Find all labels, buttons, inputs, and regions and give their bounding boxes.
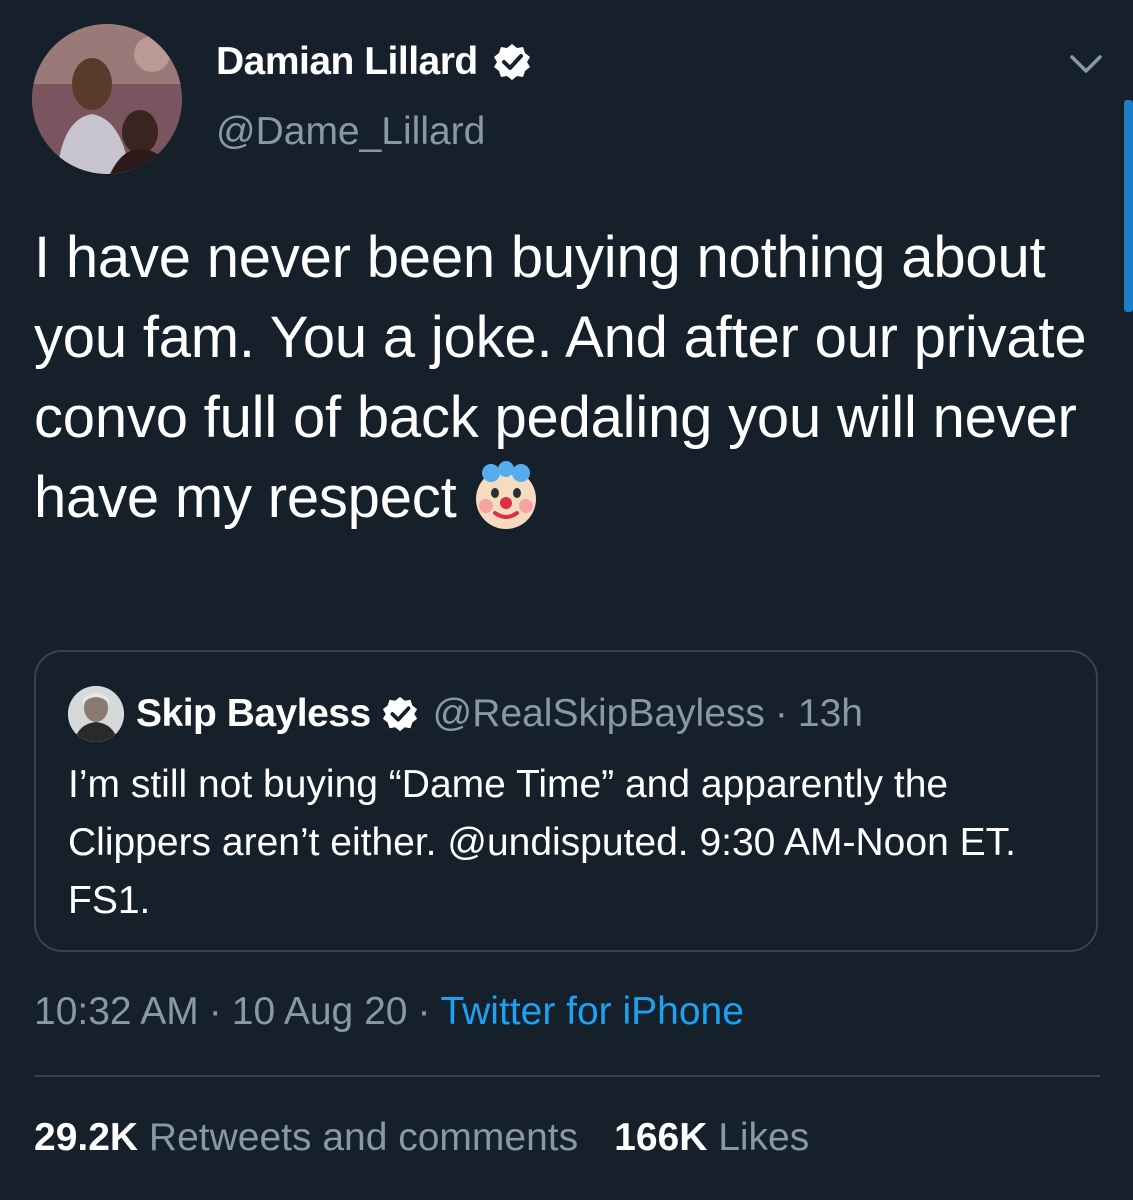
quoted-header: Skip Bayless @RealSkipBayless · 13h — [136, 686, 863, 742]
likes-count: 166K — [614, 1116, 708, 1159]
tweet-text-body: I have never been buying nothing about y… — [34, 225, 1087, 530]
author-avatar[interactable] — [32, 24, 182, 174]
separator-dot: · — [417, 990, 431, 1033]
chevron-down-icon[interactable] — [1068, 52, 1104, 76]
quoted-author-handle[interactable]: @RealSkipBayless — [433, 692, 765, 736]
tweet-date[interactable]: 10 Aug 20 — [232, 990, 408, 1033]
quoted-author-name[interactable]: Skip Bayless — [136, 692, 371, 736]
likes-stat[interactable]: 166K Likes — [614, 1116, 809, 1159]
tweet-meta: 10:32 AM · 10 Aug 20 · Twitter for iPhone — [34, 990, 744, 1034]
separator-dot: · — [774, 692, 788, 735]
tweet-source-link[interactable]: Twitter for iPhone — [440, 990, 743, 1033]
scrollbar[interactable] — [1124, 100, 1133, 312]
quoted-author-avatar[interactable] — [68, 686, 124, 742]
author-name[interactable]: Damian Lillard — [216, 40, 478, 84]
quoted-tweet[interactable]: Skip Bayless @RealSkipBayless · 13h I’m … — [34, 650, 1098, 952]
tweet-stats: 29.2K Retweets and comments 166K Likes — [34, 1116, 809, 1160]
likes-label: Likes — [718, 1116, 810, 1159]
separator-dot: · — [208, 990, 222, 1033]
author-handle[interactable]: @Dame_Lillard — [216, 110, 485, 154]
verified-badge-icon — [493, 44, 530, 80]
divider — [34, 1075, 1100, 1077]
retweets-label: Retweets and comments — [148, 1116, 579, 1159]
quoted-timestamp[interactable]: 13h — [798, 692, 863, 736]
retweets-count: 29.2K — [34, 1116, 139, 1159]
verified-badge-icon — [382, 696, 417, 732]
tweet-text: I have never been buying nothing about y… — [34, 218, 1094, 538]
tweet-detail: Damian Lillard @Dame_Lillard I have neve… — [0, 0, 1133, 1200]
tweet-time[interactable]: 10:32 AM — [34, 990, 199, 1033]
retweets-stat[interactable]: 29.2K Retweets and comments — [34, 1116, 578, 1159]
clown-face-icon — [475, 461, 536, 529]
author-name-row[interactable]: Damian Lillard — [216, 40, 532, 84]
quoted-text: I’m still not buying “Dame Time” and app… — [68, 763, 1016, 922]
